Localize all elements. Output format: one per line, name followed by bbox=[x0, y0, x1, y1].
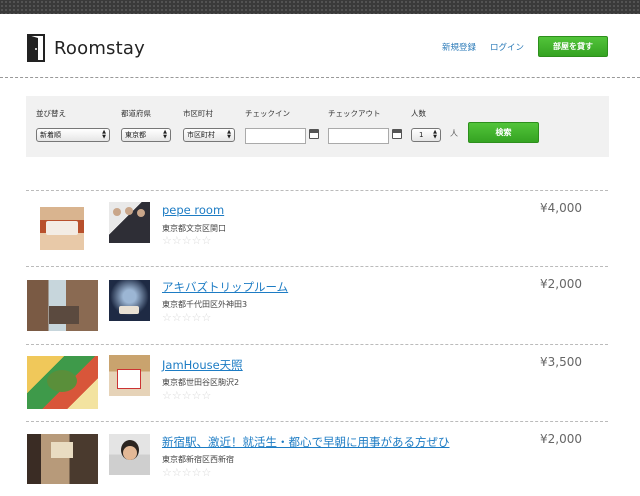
listing-item: JamHouse天照 東京都世田谷区駒沢2 ☆☆☆☆☆ ¥3,500 bbox=[26, 344, 608, 422]
search-panel: 並び替え 新着順 ▲ ▼ 都道府県 東京都 ▲ ▼ 市区町村 市区町村 ▲ ▼ チェッ… bbox=[26, 96, 609, 157]
select-arrows-icon: ▲ ▼ bbox=[163, 129, 167, 140]
prefecture-select[interactable]: 東京都 ▲ ▼ bbox=[121, 128, 171, 142]
sort-field: 並び替え 新着順 ▲ ▼ bbox=[36, 108, 110, 142]
sort-value: 新着順 bbox=[40, 131, 61, 139]
prefecture-field: 都道府県 東京都 ▲ ▼ bbox=[121, 108, 171, 142]
guests-label: 人数 bbox=[411, 109, 426, 118]
city-label: 市区町村 bbox=[183, 109, 213, 118]
listing-title-link[interactable]: 新宿駅、激近！就活生・都心で早朝に用事がある方ぜひ bbox=[162, 434, 450, 450]
prefecture-value: 東京都 bbox=[125, 131, 146, 139]
checkout-field: チェックアウト bbox=[328, 108, 389, 144]
prefecture-label: 都道府県 bbox=[121, 109, 151, 118]
lend-room-button[interactable]: 部屋を貸す bbox=[538, 36, 608, 57]
checkout-label: チェックアウト bbox=[328, 109, 381, 118]
top-pattern-bar bbox=[0, 0, 640, 14]
city-field: 市区町村 市区町村 ▲ ▼ bbox=[183, 108, 235, 142]
rating-stars: ☆☆☆☆☆ bbox=[162, 234, 212, 247]
checkin-input[interactable] bbox=[245, 128, 306, 144]
login-link[interactable]: ログイン bbox=[490, 41, 524, 53]
listing-price: ¥3,500 bbox=[540, 355, 582, 369]
listing-item: pepe room 東京都文京区関口 ☆☆☆☆☆ ¥4,000 bbox=[26, 190, 608, 268]
checkout-calendar-icon[interactable] bbox=[392, 129, 402, 139]
listing-item: アキバズトリップルーム 東京都千代田区外神田3 ☆☆☆☆☆ ¥2,000 bbox=[26, 266, 608, 344]
sort-select[interactable]: 新着順 ▲ ▼ bbox=[36, 128, 110, 142]
checkin-label: チェックイン bbox=[245, 109, 290, 118]
signup-link[interactable]: 新規登録 bbox=[442, 41, 476, 53]
rating-stars: ☆☆☆☆☆ bbox=[162, 389, 212, 402]
listing-address: 東京都新宿区西新宿 bbox=[162, 455, 234, 464]
select-arrows-icon: ▲ ▼ bbox=[102, 129, 106, 140]
listing-price: ¥2,000 bbox=[540, 277, 582, 291]
rating-stars: ☆☆☆☆☆ bbox=[162, 311, 212, 324]
host-photo[interactable] bbox=[109, 280, 150, 321]
listing-price: ¥4,000 bbox=[540, 201, 582, 215]
host-photo[interactable] bbox=[109, 434, 150, 475]
header-divider bbox=[0, 77, 640, 78]
select-arrows-icon: ▲ ▼ bbox=[433, 129, 437, 140]
rating-stars: ☆☆☆☆☆ bbox=[162, 466, 212, 479]
select-arrows-icon: ▲ ▼ bbox=[227, 129, 231, 140]
room-photo[interactable] bbox=[27, 356, 98, 409]
sort-label: 並び替え bbox=[36, 109, 66, 118]
listing-address: 東京都千代田区外神田3 bbox=[162, 300, 248, 309]
city-value: 市区町村 bbox=[187, 131, 215, 139]
guests-field: 人数 1 ▲ ▼ bbox=[411, 108, 441, 142]
host-photo[interactable] bbox=[109, 202, 150, 243]
listing-address: 東京都世田谷区駒沢2 bbox=[162, 378, 240, 387]
door-icon bbox=[27, 34, 45, 62]
listing-title-link[interactable]: pepe room bbox=[162, 203, 224, 217]
search-button[interactable]: 検索 bbox=[468, 122, 539, 143]
checkin-field: チェックイン bbox=[245, 108, 306, 144]
room-photo[interactable] bbox=[27, 280, 98, 331]
room-photo[interactable] bbox=[40, 207, 84, 250]
header-nav: 新規登録 ログイン 部屋を貸す bbox=[442, 36, 608, 57]
host-photo[interactable] bbox=[109, 355, 150, 396]
room-photo[interactable] bbox=[27, 434, 98, 484]
listing-address: 東京都文京区関口 bbox=[162, 224, 226, 233]
site-header: Roomstay 新規登録 ログイン 部屋を貸す bbox=[0, 14, 640, 78]
guests-unit: 人 bbox=[450, 129, 458, 138]
guests-select[interactable]: 1 ▲ ▼ bbox=[411, 128, 441, 142]
listing-title-link[interactable]: アキバズトリップルーム bbox=[162, 279, 288, 295]
guests-value: 1 bbox=[419, 131, 424, 139]
city-select[interactable]: 市区町村 ▲ ▼ bbox=[183, 128, 235, 142]
listing-item: 新宿駅、激近！就活生・都心で早朝に用事がある方ぜひ 東京都新宿区西新宿 ☆☆☆☆… bbox=[26, 421, 608, 496]
listing-title-link[interactable]: JamHouse天照 bbox=[162, 357, 243, 373]
logo[interactable]: Roomstay bbox=[26, 34, 145, 62]
checkin-calendar-icon[interactable] bbox=[309, 129, 319, 139]
listing-price: ¥2,000 bbox=[540, 432, 582, 446]
logo-text: Roomstay bbox=[54, 37, 145, 59]
checkout-input[interactable] bbox=[328, 128, 389, 144]
